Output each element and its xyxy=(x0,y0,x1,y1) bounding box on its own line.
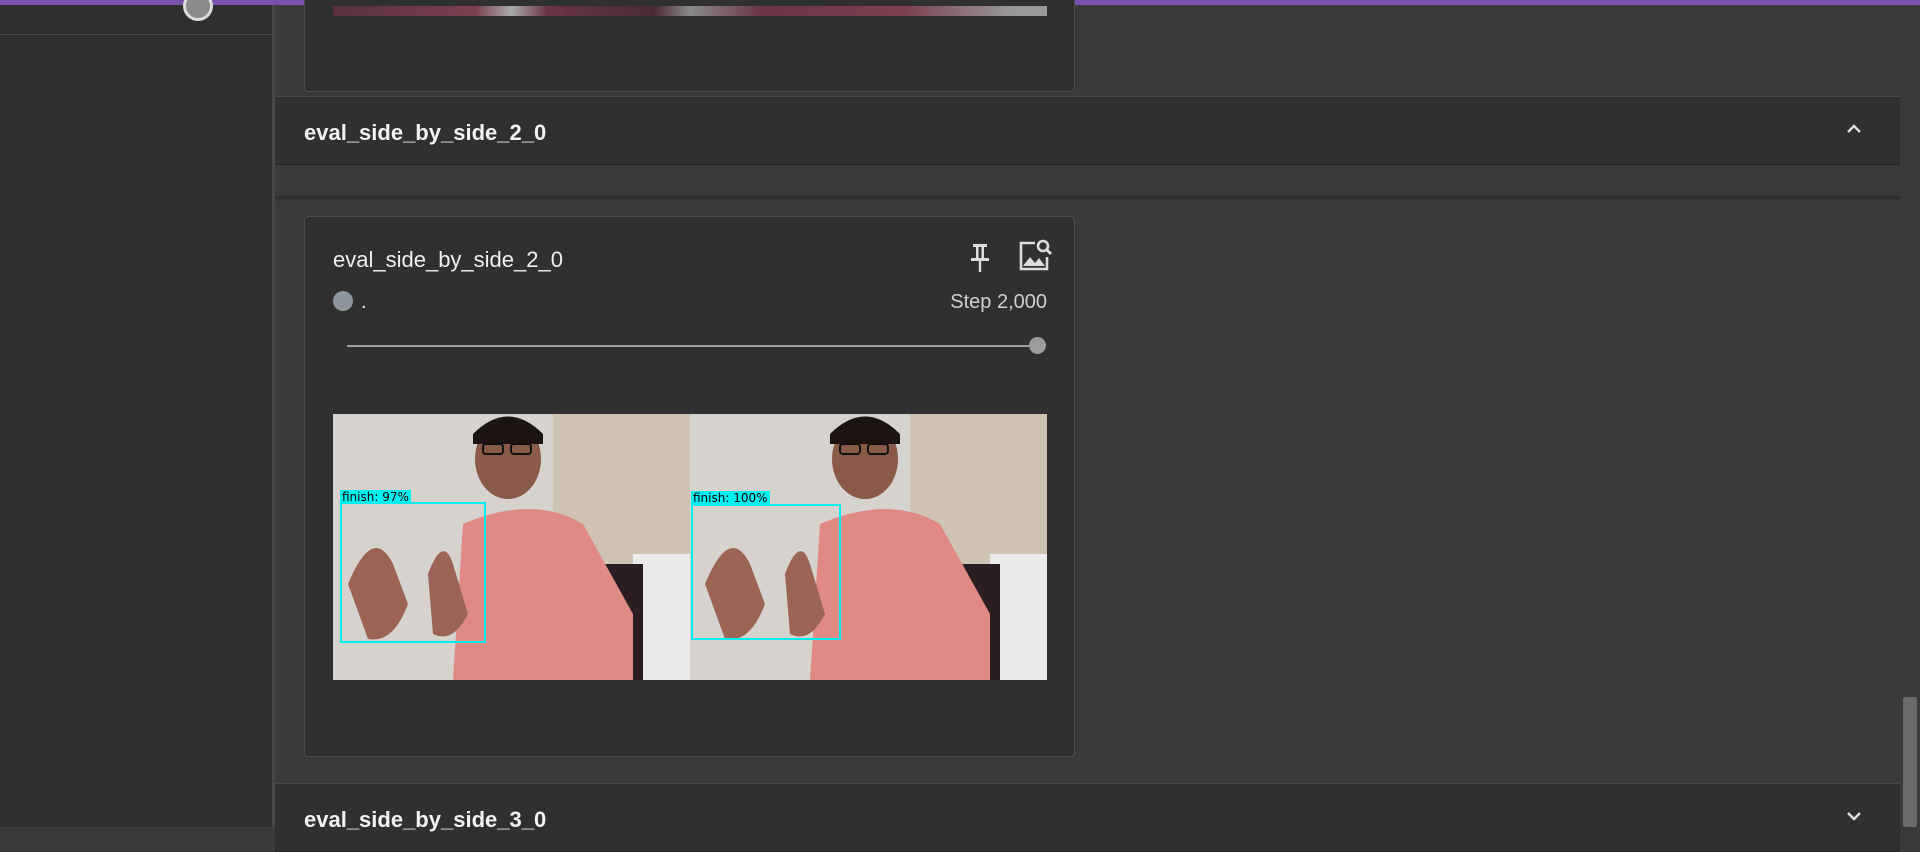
eval-image-right: finish: 100% xyxy=(690,414,1047,680)
section-header-eval-3[interactable]: eval_side_by_side_3_0 xyxy=(275,783,1900,852)
slider-fill xyxy=(347,345,1037,347)
side-by-side-image[interactable]: finish: 97% finish: 100% xyxy=(333,414,1047,680)
sidebar-header xyxy=(0,0,272,35)
section-title: eval_side_by_side_3_0 xyxy=(304,807,547,832)
section-title: eval_side_by_side_2_0 xyxy=(304,120,547,145)
slider-thumb[interactable] xyxy=(1029,337,1046,354)
run-color-dot xyxy=(333,291,353,311)
detection-label: finish: 97% xyxy=(340,490,411,504)
section-header-eval-2[interactable]: eval_side_by_side_2_0 xyxy=(275,96,1900,165)
detection-box xyxy=(691,504,841,640)
step-label: Step 2,000 xyxy=(950,291,1047,313)
page-scrollbar[interactable] xyxy=(1900,5,1920,827)
card-title: eval_side_by_side_2_0 xyxy=(333,247,563,272)
run-label: . xyxy=(361,291,367,313)
sidebar xyxy=(0,0,275,827)
image-search-icon[interactable] xyxy=(1015,237,1053,275)
detection-box xyxy=(340,502,486,643)
previous-image-card xyxy=(304,0,1075,92)
sidebar-toggle-knob[interactable] xyxy=(183,0,213,21)
main-panel: eval_side_by_side_2_0 eval_side_by_side_… xyxy=(275,0,1900,852)
section-divider-shadow xyxy=(275,196,1900,202)
detection-label: finish: 100% xyxy=(691,491,770,505)
step-slider[interactable] xyxy=(347,337,1046,354)
image-card: eval_side_by_side_2_0 . Step 2,000 finis… xyxy=(304,216,1075,757)
previous-image-thumbnail xyxy=(333,6,1047,16)
eval-image-left: finish: 97% xyxy=(333,414,690,680)
chevron-down-icon[interactable] xyxy=(1842,804,1866,828)
pin-icon[interactable] xyxy=(965,241,995,275)
chevron-up-icon[interactable] xyxy=(1842,117,1866,141)
scrollbar-thumb[interactable] xyxy=(1903,697,1917,827)
